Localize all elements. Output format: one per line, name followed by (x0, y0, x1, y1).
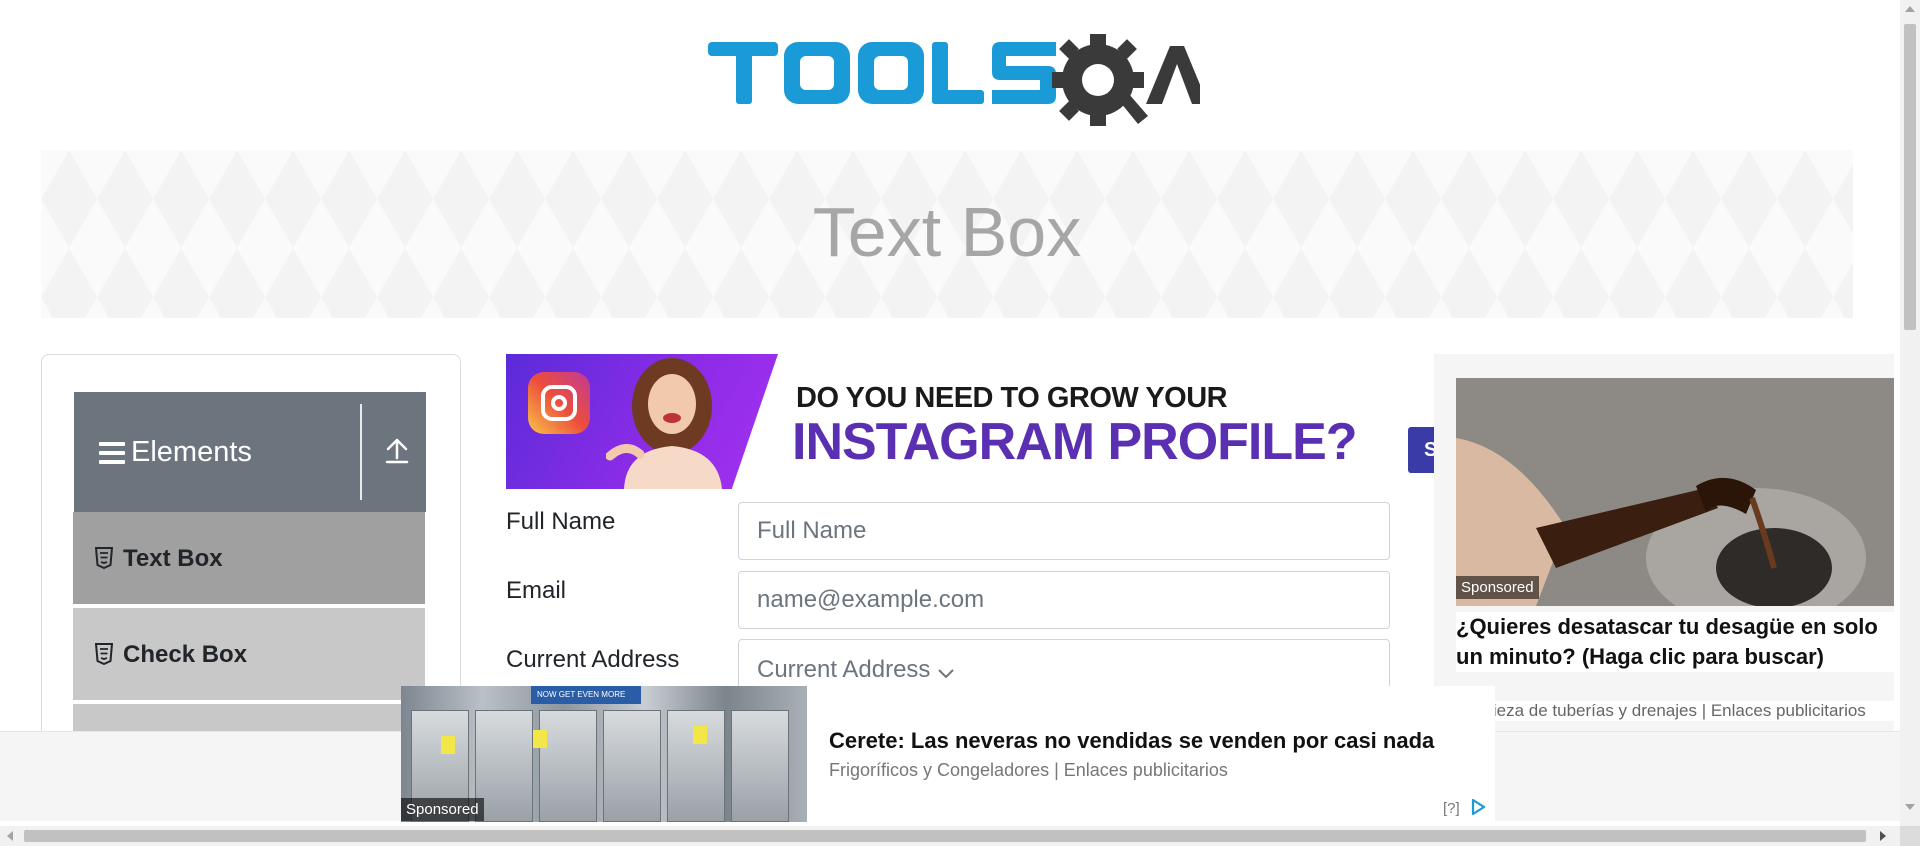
sponsored-badge: Sponsored (1456, 576, 1539, 599)
ad-help-link[interactable]: [?] (1443, 800, 1460, 817)
ad-woman-image (606, 358, 722, 489)
chevron-down-icon (938, 669, 954, 679)
current-address-label: Current Address (506, 646, 680, 673)
vertical-scroll-thumb[interactable] (1904, 24, 1916, 330)
sponsored-badge: Sponsored (401, 798, 484, 821)
toolsqa-logo[interactable] (700, 20, 1200, 140)
html5-icon (95, 643, 113, 665)
email-label: Email (506, 577, 567, 604)
right-sponsored-ad[interactable]: Sponsored ¿Quieres desatascar tu desagüe… (1434, 354, 1894, 734)
scroll-right-arrow-icon[interactable] (1880, 831, 1886, 841)
sidebar-item-check-box[interactable]: Check Box (73, 608, 425, 702)
ad-title[interactable]: Cerete: Las neveras no vendidas se vende… (829, 728, 1434, 754)
instagram-ad-banner[interactable]: DO YOU NEED TO GROW YOUR INSTAGRAM PROFI… (506, 354, 1390, 489)
header-divider (360, 404, 362, 500)
horizontal-scroll-thumb[interactable] (24, 830, 1866, 842)
ad-source: Frigoríficos y Congeladores | Enlaces pu… (829, 760, 1228, 780)
email-input[interactable] (738, 571, 1390, 629)
collapse-up-icon[interactable] (384, 436, 410, 466)
ad-drain-image (1456, 378, 1894, 606)
sidebar-item-label: Check Box (123, 641, 248, 668)
vertical-scrollbar[interactable] (1900, 0, 1920, 826)
ad-headline[interactable]: ¿Quieres desatascar tu desagüe en solo u… (1456, 612, 1894, 672)
elements-group-header[interactable]: Elements (74, 392, 426, 512)
page: Text Box Elements Text Box Check Box DO … (0, 0, 1920, 846)
scrollbar-corner (1900, 826, 1920, 846)
logo-gear-icon (1052, 34, 1148, 126)
html5-icon (95, 547, 113, 569)
sidebar-item-text-box[interactable]: Text Box (73, 512, 425, 606)
group-title: Elements (131, 436, 252, 468)
current-address-placeholder: Current Address (757, 656, 931, 683)
horizontal-scrollbar[interactable] (0, 826, 1900, 846)
instagram-icon (528, 372, 590, 434)
menu-icon (99, 442, 125, 464)
scroll-up-arrow-icon[interactable] (1905, 6, 1915, 12)
ad-source: Limpieza de tuberías y drenajes | Enlace… (1456, 701, 1894, 721)
page-title: Text Box (812, 193, 1082, 271)
ad-line-1: DO YOU NEED TO GROW YOUR (796, 382, 1228, 414)
bottom-sponsored-ad[interactable]: NOW GET EVEN MORE Sponsored Cerete: Las … (401, 686, 1495, 822)
logo-a-letter (1146, 46, 1200, 104)
scroll-down-arrow-icon[interactable] (1905, 804, 1915, 810)
ad-line-2: INSTAGRAM PROFILE? (792, 413, 1358, 471)
adchoices-icon[interactable] (1469, 798, 1487, 816)
page-banner: Text Box (41, 150, 1853, 318)
full-name-label: Full Name (506, 508, 616, 535)
scroll-left-arrow-icon[interactable] (7, 831, 13, 841)
sidebar-item-label: Text Box (123, 545, 223, 572)
store-banner: NOW GET EVEN MORE (531, 686, 641, 704)
full-name-input[interactable] (738, 502, 1390, 560)
